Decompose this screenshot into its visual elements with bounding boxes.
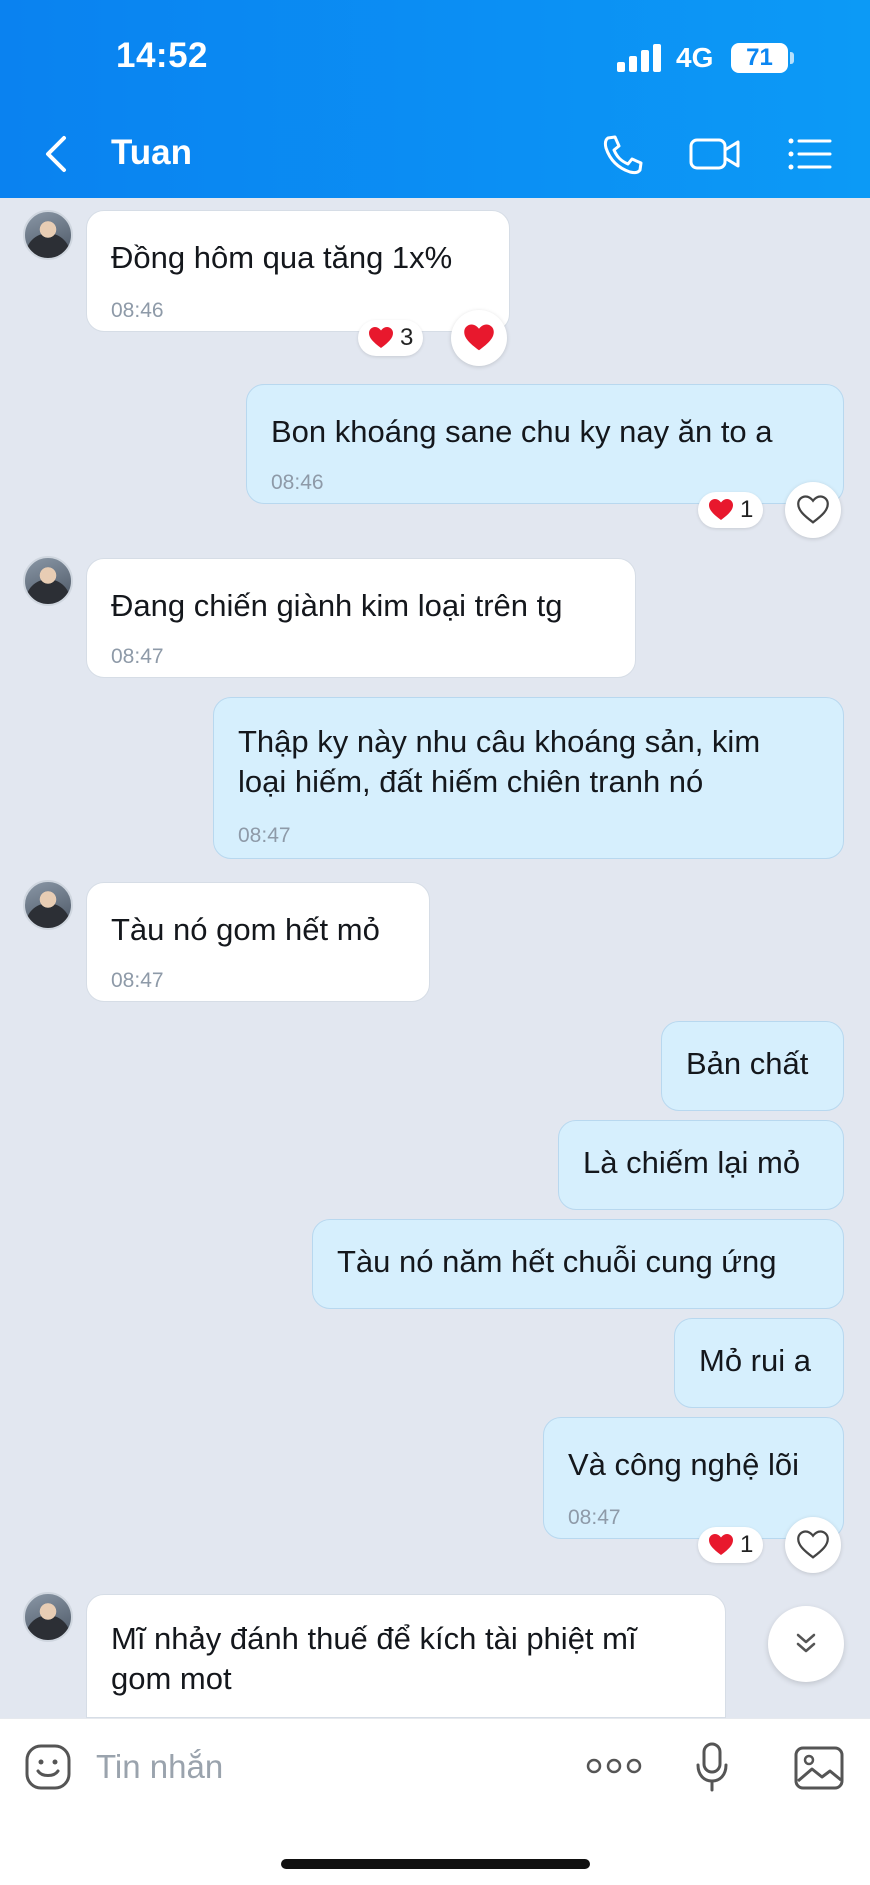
avatar[interactable] xyxy=(23,1592,73,1642)
message-text: Đồng hôm qua tăng 1x% xyxy=(111,240,453,275)
message-bubble-outgoing[interactable]: Thập ky này nhu câu khoáng sản, kim loại… xyxy=(213,697,844,859)
heart-icon xyxy=(369,327,393,348)
message-time: 08:47 xyxy=(238,824,291,847)
heart-outline-icon xyxy=(797,495,829,524)
scroll-to-bottom-button[interactable] xyxy=(768,1606,844,1682)
sticker-emoji-icon[interactable] xyxy=(24,1743,72,1791)
message-text: Tàu nó gom hết mỏ xyxy=(111,912,380,947)
message-time: 08:47 xyxy=(111,969,164,992)
heart-outline-icon xyxy=(797,1530,829,1559)
message-text: Bản chất xyxy=(686,1046,809,1081)
reaction-summary[interactable]: 1 xyxy=(698,492,764,528)
message-text: Là chiếm lại mỏ xyxy=(583,1145,801,1180)
message-bubble-incoming[interactable]: Mĩ nhảy đánh thuế để kích tài phiệt mĩ g… xyxy=(86,1594,726,1718)
double-chevron-down-icon xyxy=(796,1633,816,1653)
message-bubble-incoming[interactable]: Đồng hôm qua tăng 1x% 08:46 xyxy=(86,210,510,332)
avatar[interactable] xyxy=(23,210,73,260)
message-time: 08:47 xyxy=(568,1506,621,1529)
message-text: Đang chiến giành kim loại trên tg xyxy=(111,588,563,623)
signal-icon xyxy=(617,44,663,72)
message-bubble-incoming[interactable]: Tàu nó gom hết mỏ 08:47 xyxy=(86,882,430,1002)
message-text-line: gom mot xyxy=(111,1661,232,1696)
react-button[interactable] xyxy=(785,482,841,538)
heart-icon xyxy=(464,324,494,351)
message-time: 08:46 xyxy=(111,299,164,322)
back-arrow-icon[interactable] xyxy=(40,134,74,174)
reaction-summary[interactable]: 1 xyxy=(698,1527,764,1563)
contact-name[interactable]: Tuan xyxy=(111,133,192,173)
network-type: 4G xyxy=(676,42,714,73)
message-bubble-outgoing[interactable]: Mỏ rui a xyxy=(674,1318,844,1408)
message-bubble-incoming[interactable]: Đang chiến giành kim loại trên tg 08:47 xyxy=(86,558,636,678)
avatar[interactable] xyxy=(23,880,73,930)
home-indicator xyxy=(281,1859,590,1869)
reaction-count: 1 xyxy=(740,496,754,523)
heart-icon xyxy=(709,1534,733,1555)
avatar[interactable] xyxy=(23,556,73,606)
message-text-line: Thập ky này nhu câu khoáng sản, kim xyxy=(238,724,761,759)
react-button[interactable] xyxy=(785,1517,841,1573)
message-text-line: loại hiếm, đất hiếm chiên tranh nó xyxy=(238,764,704,799)
reaction-count: 1 xyxy=(740,1531,754,1558)
message-bubble-outgoing[interactable]: Bản chất xyxy=(661,1021,844,1111)
message-bubble-outgoing[interactable]: Là chiếm lại mỏ xyxy=(558,1120,844,1210)
battery-tip xyxy=(790,52,794,64)
message-text: Bon khoáng sane chu ky nay ăn to a xyxy=(271,414,773,449)
message-time: 08:47 xyxy=(111,645,164,668)
message-input[interactable] xyxy=(96,1741,566,1793)
reaction-count: 3 xyxy=(400,324,414,351)
heart-icon xyxy=(709,499,733,520)
composer-bar xyxy=(0,1718,870,1885)
video-call-icon[interactable] xyxy=(688,132,742,176)
react-button[interactable] xyxy=(451,310,507,366)
status-time: 14:52 xyxy=(116,36,209,75)
message-text: Mỏ rui a xyxy=(699,1343,811,1378)
message-text: Và công nghệ lõi xyxy=(568,1447,799,1482)
message-bubble-outgoing[interactable]: Bon khoáng sane chu ky nay ăn to a 08:46 xyxy=(246,384,844,504)
more-options-icon[interactable] xyxy=(586,1753,642,1779)
image-gallery-icon[interactable] xyxy=(793,1745,845,1791)
message-text-line: Mĩ nhảy đánh thuế để kích tài phiệt mĩ xyxy=(111,1621,637,1656)
reaction-summary[interactable]: 3 xyxy=(358,320,424,356)
chat-header: 14:52 4G 71 Tuan xyxy=(0,0,870,198)
microphone-icon[interactable] xyxy=(694,1741,730,1793)
message-bubble-outgoing[interactable]: Tàu nó năm hết chuỗi cung ứng xyxy=(312,1219,844,1309)
message-text: Tàu nó năm hết chuỗi cung ứng xyxy=(337,1244,777,1279)
menu-list-icon[interactable] xyxy=(786,132,834,176)
battery-icon: 71 xyxy=(731,43,788,73)
phone-icon[interactable] xyxy=(598,132,646,176)
message-time: 08:46 xyxy=(271,471,324,494)
